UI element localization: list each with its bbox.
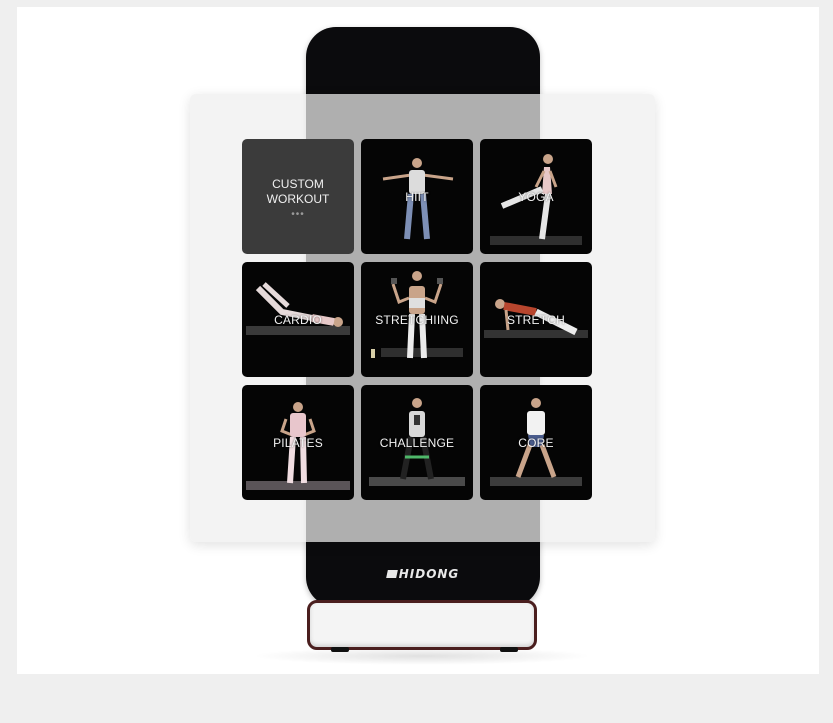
tile-label-challenge: CHALLENGE <box>379 435 455 450</box>
tile-stretch[interactable]: STRETCH <box>480 262 592 377</box>
tile-label-hiit: HIIT <box>405 189 429 204</box>
stand-foot-left <box>331 647 349 652</box>
tile-label-pilates: PILATES <box>273 435 323 450</box>
custom-workout-label: CUSTOM WORKOUT <box>242 177 354 207</box>
brand-mark-icon <box>385 569 398 578</box>
custom-workout-line1: CUSTOM <box>272 177 324 191</box>
tile-label-core: CORE <box>518 435 554 450</box>
tile-yoga[interactable]: YOGA <box>480 139 592 254</box>
tile-label-stretch: STRETCH <box>506 312 566 327</box>
page-frame: HIDONG CUSTOM WORKOUT ••• HIIT YOGA CARD… <box>0 0 833 723</box>
brand-logo: HIDONG <box>306 567 540 581</box>
tile-pilates[interactable]: PILATES <box>242 385 354 500</box>
tile-stretchiing[interactable]: STRETCHIING <box>361 262 473 377</box>
tile-label-cardio: CARDIO <box>274 312 322 327</box>
tile-core[interactable]: CORE <box>480 385 592 500</box>
canvas: HIDONG CUSTOM WORKOUT ••• HIIT YOGA CARD… <box>17 7 819 674</box>
tile-label-stretchiing: STRETCHIING <box>375 312 459 327</box>
stand-foot-right <box>500 647 518 652</box>
tile-label-yoga: YOGA <box>518 189 554 204</box>
brand-name: HIDONG <box>398 567 460 581</box>
device-stand <box>307 600 537 650</box>
tile-cardio[interactable]: CARDIO <box>242 262 354 377</box>
custom-workout-line2: WORKOUT <box>266 192 330 206</box>
tile-custom-workout[interactable]: CUSTOM WORKOUT ••• <box>242 139 354 254</box>
workout-grid: CUSTOM WORKOUT ••• HIIT YOGA CARDIO STRE… <box>242 139 594 501</box>
tile-hiit[interactable]: HIIT <box>361 139 473 254</box>
tile-challenge[interactable]: CHALLENGE <box>361 385 473 500</box>
more-dots-icon: ••• <box>291 209 305 220</box>
